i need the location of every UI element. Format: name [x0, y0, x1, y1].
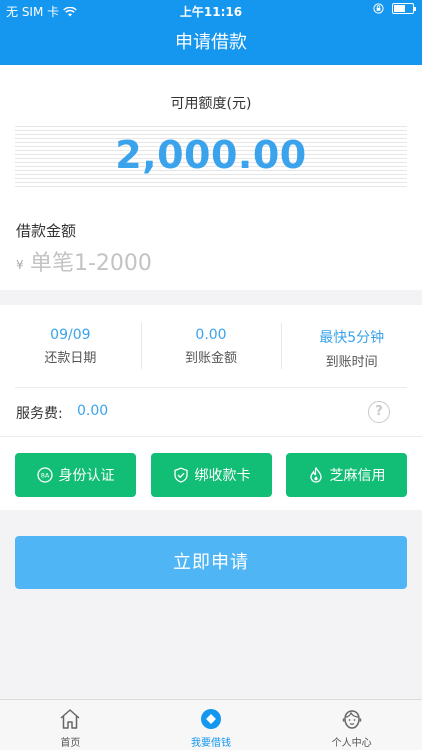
identity-verify-label: 身份认证 [58, 468, 115, 484]
shield-check-icon [173, 467, 188, 483]
tab-bar: 首页 我要借钱 个人中心 [0, 699, 422, 750]
svg-text:8A: 8A [40, 472, 49, 480]
loan-info-card: 09/09 还款日期 0.00 到账金额 最快5分钟 到账时间 服务费: 0.0… [0, 305, 422, 510]
status-time: 上午11:16 [179, 5, 243, 19]
tab-label: 个人中心 [331, 738, 372, 749]
status-bar: 无 SIM 卡 上午11:16 [0, 0, 422, 20]
tab-borrow[interactable]: 我要借钱 [141, 700, 282, 750]
service-fee-value: 0.00 [77, 403, 109, 419]
bind-card-button[interactable]: 绑收款卡 [151, 453, 272, 497]
help-icon[interactable]: ? [368, 401, 390, 423]
loan-amount-section: 借款金额 ¥ [0, 202, 422, 290]
stats-row: 09/09 还款日期 0.00 到账金额 最快5分钟 到账时间 [0, 305, 422, 387]
tab-home[interactable]: 首页 [0, 700, 141, 750]
stat-arrival-time: 最快5分钟 到账时间 [281, 305, 422, 387]
tab-profile[interactable]: 个人中心 [281, 700, 422, 750]
sesame-credit-button[interactable]: 芝麻信用 [286, 453, 407, 497]
apply-now-button[interactable]: 立即申请 [15, 536, 407, 589]
stat-value: 最快5分钟 [319, 330, 385, 346]
stat-label: 还款日期 [44, 351, 97, 366]
flame-icon [309, 467, 322, 483]
stat-label: 到账时间 [325, 355, 378, 370]
loan-icon [201, 709, 221, 729]
identity-verify-button[interactable]: 8A 身份认证 [15, 453, 136, 497]
stat-received-amount: 0.00 到账金额 [140, 305, 282, 387]
sesame-credit-label: 芝麻信用 [329, 468, 386, 484]
page-title: 申请借款 [175, 32, 247, 53]
service-fee-label: 服务费: [16, 406, 63, 422]
loan-amount-title: 借款金额 [16, 222, 77, 240]
currency-symbol: ¥ [16, 258, 24, 272]
tab-label: 我要借钱 [191, 738, 231, 749]
home-icon [60, 709, 80, 729]
stat-repay-date: 09/09 还款日期 [0, 305, 141, 387]
tab-label: 首页 [60, 738, 81, 749]
stat-label: 到账金额 [185, 351, 238, 366]
orientation-lock-icon [373, 3, 384, 14]
loan-amount-input[interactable] [30, 246, 390, 280]
bind-card-label: 绑收款卡 [194, 468, 251, 484]
nav-bar: 申请借款 [0, 20, 422, 65]
divider [0, 436, 422, 437]
quota-amount: 2,000.00 [115, 133, 307, 177]
battery-icon [392, 3, 416, 14]
person-icon [342, 710, 361, 729]
stat-value: 09/09 [50, 327, 91, 343]
quota-card: 可用额度(元) 2,000.00 [0, 65, 422, 202]
service-fee-row: 服务费: 0.00 ? [0, 388, 422, 436]
id-icon: 8A [36, 467, 53, 483]
quota-label: 可用额度(元) [170, 96, 252, 112]
stat-value: 0.00 [195, 327, 227, 343]
